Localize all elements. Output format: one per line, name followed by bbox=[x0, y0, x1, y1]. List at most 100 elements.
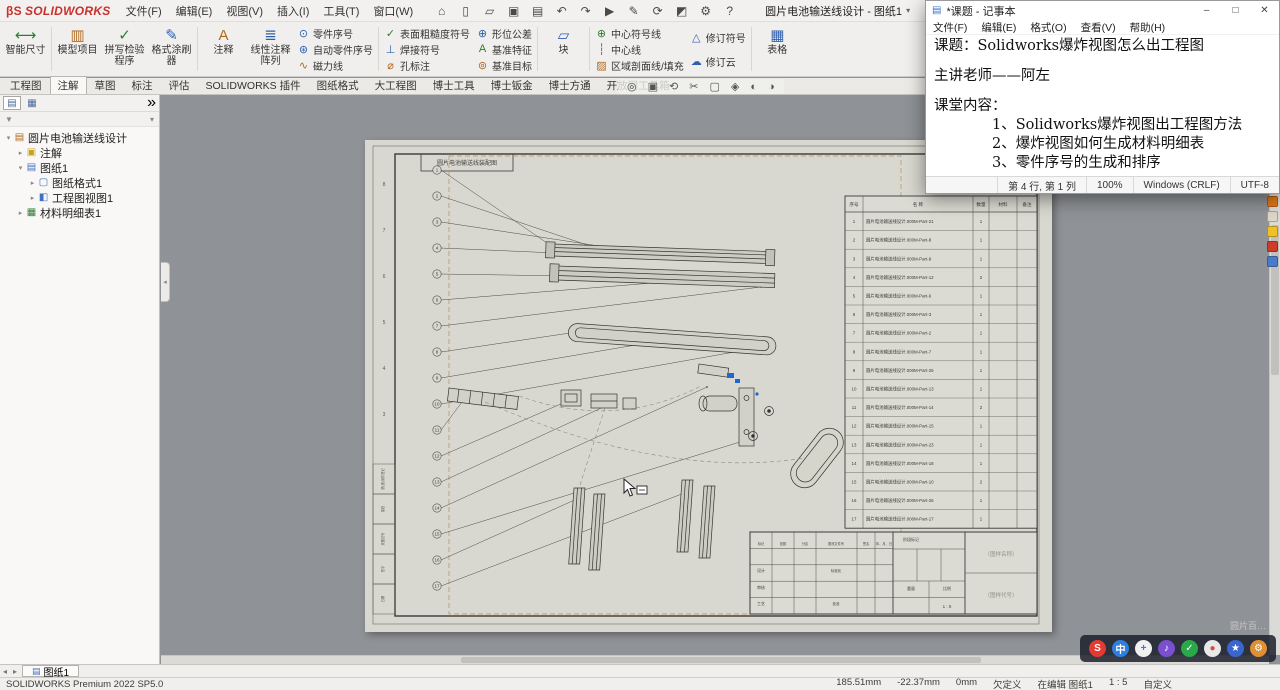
dock-icon-2[interactable] bbox=[1267, 226, 1278, 237]
linear-note-pattern-button[interactable]: ≣ 线性注释阵列 bbox=[247, 24, 294, 74]
notepad-menu-3[interactable]: 查看(V) bbox=[1074, 20, 1123, 35]
previous-view-icon[interactable]: ⟲ bbox=[669, 80, 678, 93]
tree-sheet-format1[interactable]: ▸ ▢ 图纸格式1 bbox=[0, 175, 159, 190]
notepad-menu-4[interactable]: 帮助(H) bbox=[1123, 20, 1173, 35]
tab-2[interactable]: 草图 bbox=[87, 76, 124, 94]
title-block[interactable]: 标记 处数 分区 更改文件号 签名 年、月、日设计审核工艺 标准化批准 阶段标记重量 比例 1 :… bbox=[749, 531, 1038, 615]
hscroll-thumb[interactable] bbox=[461, 657, 981, 663]
zoom-fit-icon[interactable]: ◎ bbox=[627, 80, 637, 93]
tree-sheet1[interactable]: ▾ ▤ 图纸1 bbox=[0, 160, 159, 175]
expander-icon[interactable]: ▾ bbox=[4, 134, 13, 142]
print-icon[interactable]: ▤ bbox=[530, 4, 545, 18]
hole-callout-button[interactable]: ⌀ 孔标注 bbox=[384, 58, 470, 73]
expander-icon[interactable]: ▸ bbox=[28, 194, 37, 202]
chevron-down-icon[interactable]: ▾ bbox=[906, 6, 910, 15]
tree-filter-row[interactable]: ▼ ▾ bbox=[0, 112, 159, 127]
tree-bom-table1[interactable]: ▸ ▦ 材料明细表1 bbox=[0, 205, 159, 220]
meeting-app-icon[interactable]: + bbox=[1135, 640, 1152, 657]
weld-symbol-button[interactable]: ⊥ 焊接符号 bbox=[384, 42, 470, 57]
dock-icon-0[interactable] bbox=[1267, 196, 1278, 207]
panel-collapse-handle[interactable]: ◂ bbox=[161, 262, 170, 302]
notepad-window[interactable]: ▤ *课题 - 记事本 – □ ✕ 文件(F) 编辑(E) 格式(O) 查看(V) 帮助(H… bbox=[925, 0, 1280, 194]
expander-icon[interactable]: ▸ bbox=[16, 149, 25, 157]
tree-drawing-view1[interactable]: ▸ ◧ 工程图视图1 bbox=[0, 190, 159, 205]
bom-table[interactable]: 序号名 称数量 材料 备注1 圆片电池输送线设计.000M-Part-21 12 圆片电池… bbox=[844, 195, 1038, 529]
tab-3[interactable]: 标注 bbox=[124, 76, 161, 94]
tab-0[interactable]: 工程图 bbox=[2, 76, 50, 94]
undo-icon[interactable]: ↶ bbox=[554, 4, 569, 18]
close-button[interactable]: ✕ bbox=[1250, 1, 1279, 20]
smart-dimension-button[interactable]: ⟷ 智能尺寸 bbox=[2, 24, 49, 74]
surface-finish-button[interactable]: ✓ 表面粗糙度符号 bbox=[384, 26, 470, 41]
sketch-icon[interactable]: ✎ bbox=[626, 4, 641, 18]
auto-balloon-button[interactable]: ⊛ 自动零件序号 bbox=[297, 42, 373, 57]
menu-item-3[interactable]: 插入(I) bbox=[270, 1, 316, 21]
tab-5[interactable]: SOLIDWORKS 插件 bbox=[198, 76, 309, 94]
datum-feature-button[interactable]: A 基准特征 bbox=[476, 42, 532, 57]
hide-show-icon[interactable]: ◐ bbox=[750, 81, 757, 93]
recorder-logo-icon[interactable]: S bbox=[1089, 640, 1106, 657]
sheet-tab[interactable]: ▤ 图纸1 bbox=[22, 665, 80, 679]
feature-tree-tab[interactable]: ▤ bbox=[3, 96, 21, 110]
area-hatch-button[interactable]: ▨ 区域剖面线/填充 bbox=[595, 58, 683, 73]
sheet-nav-left-icon[interactable]: ◂ bbox=[0, 667, 10, 676]
tab-8[interactable]: 博士工具 bbox=[425, 76, 483, 94]
expander-icon[interactable]: ▸ bbox=[28, 179, 37, 187]
property-manager-tab[interactable]: ▦ bbox=[23, 96, 41, 110]
model-items-button[interactable]: ▥ 模型项目 bbox=[54, 24, 101, 74]
dock-icon-3[interactable] bbox=[1267, 241, 1278, 252]
dock-icon-4[interactable] bbox=[1267, 256, 1278, 267]
tab-6[interactable]: 图纸格式 bbox=[309, 76, 367, 94]
appearance-icon[interactable]: ◩ bbox=[674, 4, 689, 18]
minimize-button[interactable]: – bbox=[1192, 1, 1221, 20]
maximize-button[interactable]: □ bbox=[1221, 1, 1250, 20]
tree-annotations[interactable]: ▸ ▣ 注解 bbox=[0, 145, 159, 160]
revision-cloud-button[interactable]: ☁ 修订云 bbox=[690, 54, 746, 69]
tab-10[interactable]: 博士方通 bbox=[541, 76, 599, 94]
display-style-icon[interactable]: ◈ bbox=[731, 80, 739, 93]
sheet-nav-right-icon[interactable]: ▸ bbox=[10, 667, 20, 676]
tree-root-assembly[interactable]: ▾ ▤ 圆片电池输送线设计 bbox=[0, 130, 159, 145]
new-file-icon[interactable]: ▯ bbox=[458, 4, 473, 18]
notepad-titlebar[interactable]: ▤ *课题 - 记事本 – □ ✕ bbox=[926, 1, 1279, 20]
star-app-icon[interactable]: ★ bbox=[1227, 640, 1244, 657]
blocks-button[interactable]: ▱ 块 bbox=[540, 24, 587, 74]
check-app-icon[interactable]: ✓ bbox=[1181, 640, 1198, 657]
view-orientation-icon[interactable]: ▢ bbox=[709, 80, 719, 93]
drawing-sheet[interactable]: 圆片电池输送线装配图 876543 日期 签字 底图总号 描校 借(通)用件登记 123… bbox=[365, 140, 1052, 632]
magnetic-line-button[interactable]: ∿ 磁力线 bbox=[297, 58, 373, 73]
help-icon[interactable]: ? bbox=[722, 4, 737, 18]
zoom-area-icon[interactable]: ▣ bbox=[648, 80, 658, 93]
tab-1[interactable]: 注解 bbox=[49, 76, 87, 94]
music-app-icon[interactable]: ♪ bbox=[1158, 640, 1175, 657]
options-gear-icon[interactable]: ⚙ bbox=[698, 4, 713, 18]
tab-7[interactable]: 大工程图 bbox=[367, 76, 425, 94]
save-icon[interactable]: ▣ bbox=[506, 4, 521, 18]
tables-button[interactable]: ▦ 表格 bbox=[754, 24, 801, 74]
format-painter-button[interactable]: ✎ 格式涂刷器 bbox=[148, 24, 195, 74]
notepad-menu-0[interactable]: 文件(F) bbox=[926, 20, 974, 35]
edit-appearance-icon[interactable]: ◑ bbox=[768, 81, 775, 93]
section-view-icon[interactable]: ✂ bbox=[689, 80, 698, 93]
notepad-text-area[interactable]: 课题：Solidworks爆炸视图怎么出工程图 主讲老师——阿左 课堂内容： 1、S… bbox=[926, 35, 1279, 176]
menu-item-4[interactable]: 工具(T) bbox=[316, 1, 366, 21]
menu-item-5[interactable]: 窗口(W) bbox=[366, 1, 420, 21]
home-icon[interactable]: ⌂ bbox=[434, 4, 449, 18]
expander-icon[interactable]: ▾ bbox=[16, 164, 25, 172]
center-mark-button[interactable]: ⊕ 中心符号线 bbox=[595, 26, 684, 41]
select-arrow-icon[interactable]: ▶ bbox=[602, 4, 617, 18]
notepad-menu-1[interactable]: 编辑(E) bbox=[974, 20, 1023, 35]
notepad-menu-2[interactable]: 格式(O) bbox=[1023, 20, 1073, 35]
menu-item-2[interactable]: 视图(V) bbox=[219, 1, 270, 21]
redo-icon[interactable]: ↷ bbox=[578, 4, 593, 18]
menu-item-1[interactable]: 编辑(E) bbox=[169, 1, 220, 21]
dot-app-icon[interactable]: ● bbox=[1204, 640, 1221, 657]
gear-app-icon[interactable]: ⚙ bbox=[1250, 640, 1267, 657]
revision-symbol-button[interactable]: △ 修订符号 bbox=[690, 30, 746, 45]
tab-9[interactable]: 博士钣金 bbox=[483, 76, 541, 94]
centerline-button[interactable]: ┆ 中心线 bbox=[595, 42, 684, 57]
filter-caret-icon[interactable]: ▾ bbox=[150, 115, 154, 124]
panel-expand-icon[interactable]: » bbox=[147, 94, 156, 112]
rebuild-icon[interactable]: ⟳ bbox=[650, 4, 665, 18]
balloon-button[interactable]: ⊙ 零件序号 bbox=[297, 26, 373, 41]
